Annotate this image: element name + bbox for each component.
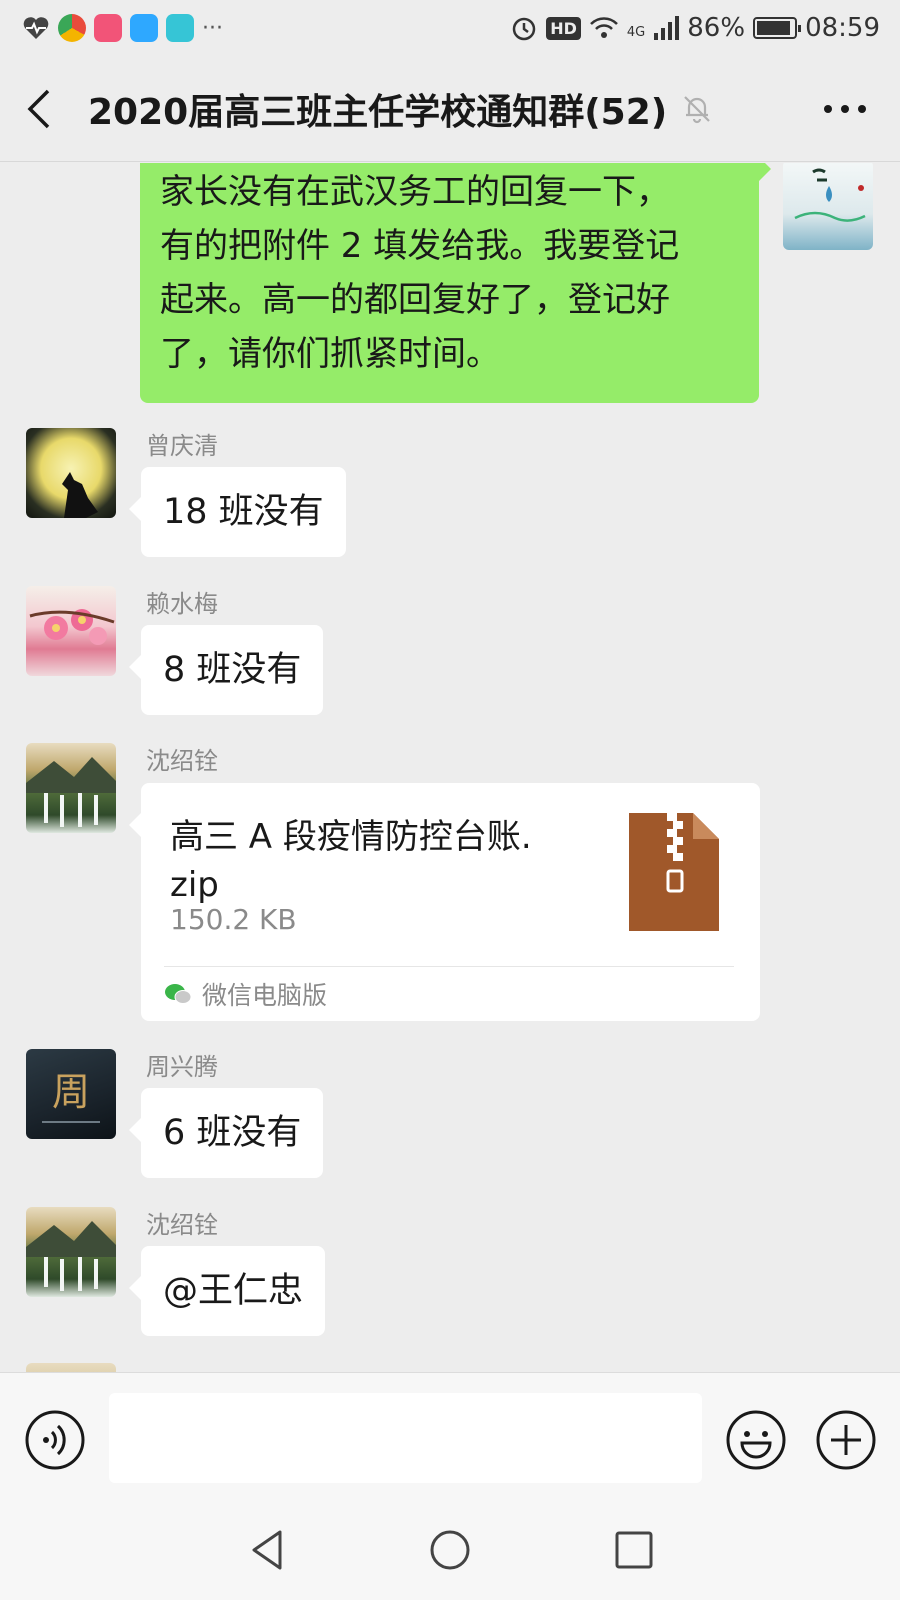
alarm-icon <box>512 17 536 41</box>
message-line: 家长没有在武汉务工的回复一下， <box>160 172 670 212</box>
input-bar <box>0 1372 900 1500</box>
file-source: 微信电脑版 <box>164 976 327 1012</box>
message-bubble[interactable]: @王仁忠 <box>128 1246 326 1336</box>
sender-avatar[interactable] <box>26 586 116 676</box>
sender-name: 沈绍铨 <box>146 747 218 775</box>
message-bubble-self[interactable]: 家长没有在武汉务工的回复一下， 有的把附件 2 填发给我。我要登记 起来。高一的… <box>140 163 771 403</box>
sender-name: 曾庆清 <box>146 432 218 460</box>
file-size: 150.2 KB <box>170 903 297 936</box>
battery-icon <box>753 17 802 39</box>
zip-file-icon <box>629 813 719 931</box>
file-name: 高三 A 段疫情防控台账. zip <box>170 813 590 909</box>
message-line: 了，请你们抓紧时间。 <box>160 334 500 374</box>
chat-title-bar: 2020届高三班主任学校通知群(52) <box>0 56 900 162</box>
message-line: 有的把附件 2 填发给我。我要登记 <box>160 226 680 266</box>
more-icon <box>824 104 866 113</box>
signal-icon <box>654 16 680 40</box>
message-input[interactable] <box>109 1393 702 1483</box>
notification-icons: ··· <box>22 14 223 42</box>
message-bubble[interactable]: 8 班没有 <box>128 625 324 715</box>
message-bubble[interactable]: 18 班没有 <box>129 467 346 557</box>
alipay-app-icon <box>130 14 158 42</box>
emoji-icon[interactable] <box>725 1409 787 1471</box>
wechat-icon <box>165 984 192 1004</box>
clock: 08:59 <box>805 13 880 43</box>
message-bubble[interactable]: 6 班没有 <box>128 1088 324 1178</box>
voice-icon[interactable] <box>24 1409 86 1471</box>
file-name-line: zip <box>170 865 219 905</box>
sender-avatar[interactable]: 周 <box>26 1049 116 1139</box>
sender-name: 沈绍铨 <box>146 1211 218 1239</box>
nav-back-icon[interactable] <box>246 1528 290 1572</box>
back-icon <box>27 89 50 128</box>
system-indicators: HD 4G 86% 08:59 <box>510 13 880 43</box>
chat-title: 2020届高三班主任学校通知群(52) <box>88 91 668 133</box>
hd-icon: HD <box>546 16 581 40</box>
more-notifications-icon: ··· <box>202 15 223 41</box>
home-app-icon <box>166 14 194 42</box>
mute-bell-icon <box>684 95 710 123</box>
sender-avatar[interactable] <box>26 743 116 833</box>
nav-recents-icon[interactable] <box>612 1528 656 1572</box>
sender-avatar[interactable] <box>26 428 116 518</box>
system-nav-bar <box>0 1500 900 1600</box>
health-heart-icon <box>23 17 49 39</box>
chat-message-list[interactable]: 家长没有在武汉务工的回复一下， 有的把附件 2 填发给我。我要登记 起来。高一的… <box>0 163 900 1372</box>
status-bar: ··· HD 4G 86% 08:59 <box>0 0 900 56</box>
browser-app-icon <box>58 14 86 42</box>
sender-avatar[interactable] <box>26 1207 116 1297</box>
file-source-label: 微信电脑版 <box>202 981 328 1010</box>
sender-name: 赖水梅 <box>146 590 218 618</box>
file-attachment-card[interactable]: 高三 A 段疫情防控台账. zip 150.2 KB 微信电脑版 <box>129 783 760 1021</box>
self-avatar[interactable] <box>783 163 873 250</box>
more-button[interactable] <box>790 56 900 161</box>
battery-percent: 86% <box>687 13 746 43</box>
svg-text:周: 周 <box>52 1070 90 1114</box>
file-name-line: 高三 A 段疫情防控台账. <box>170 817 532 857</box>
back-button[interactable] <box>0 56 78 161</box>
message-line: 起来。高一的都回复好了，登记好 <box>160 280 670 320</box>
plus-icon[interactable] <box>815 1409 877 1471</box>
video-app-icon <box>94 14 122 42</box>
network-type: 4G <box>626 25 646 40</box>
sender-avatar[interactable] <box>26 1363 116 1372</box>
sender-name: 周兴腾 <box>146 1053 218 1081</box>
file-card-divider <box>164 966 734 967</box>
wifi-icon <box>590 17 618 38</box>
nav-home-icon[interactable] <box>428 1528 472 1572</box>
